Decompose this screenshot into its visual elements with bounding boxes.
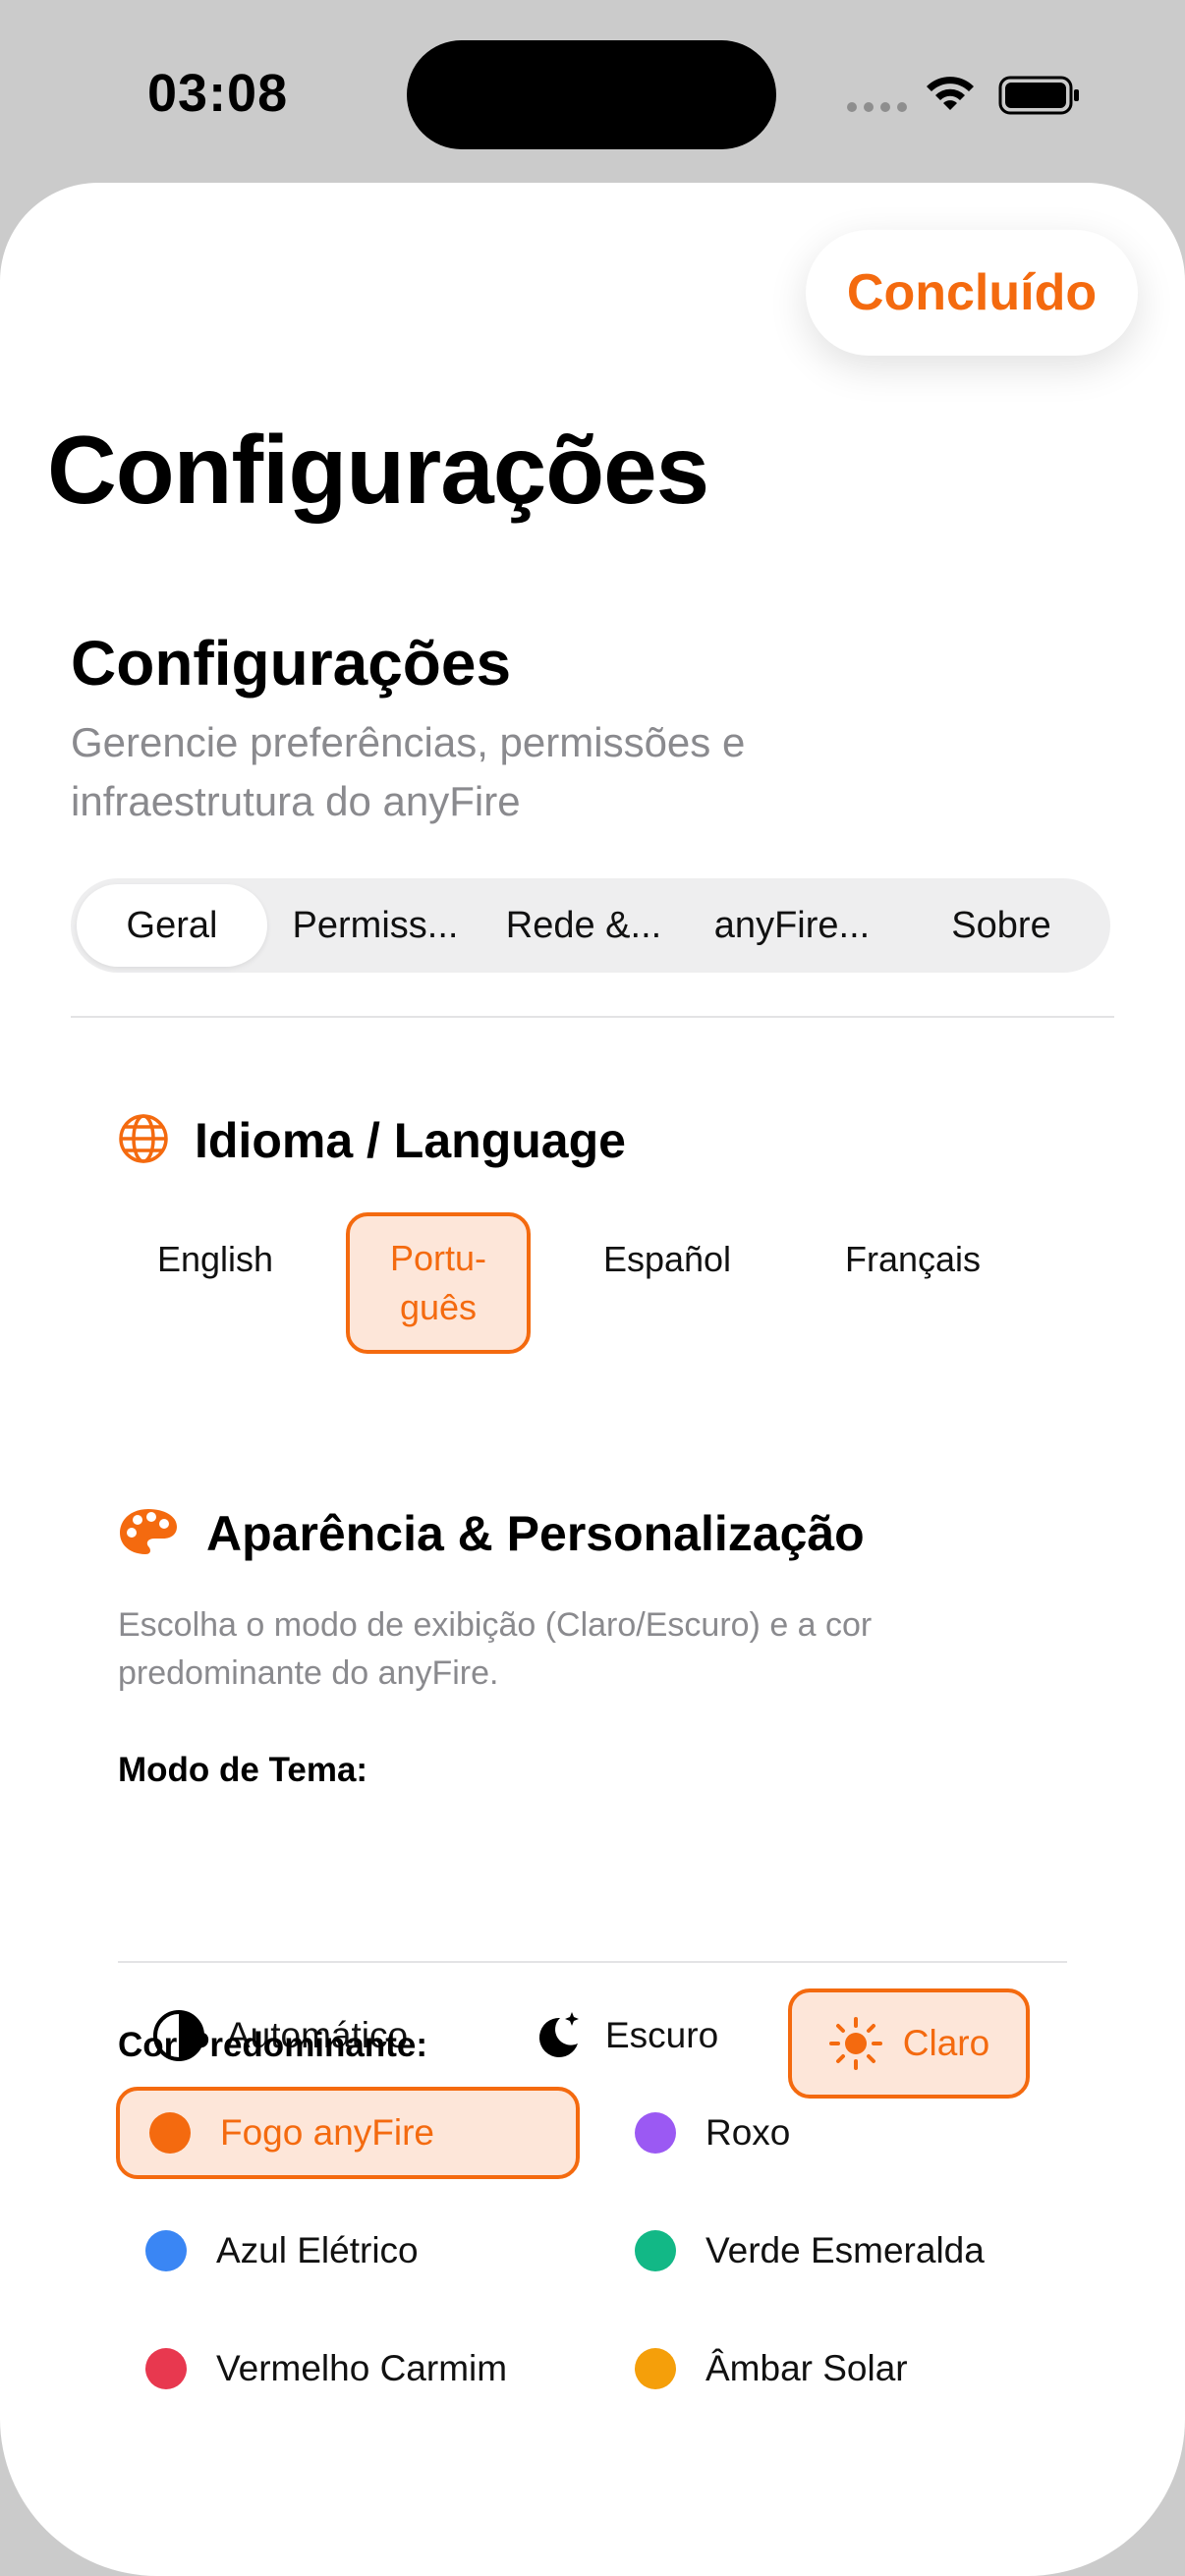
divider bbox=[118, 1961, 1067, 1963]
color-swatch bbox=[149, 2112, 191, 2154]
tab-network[interactable]: Rede &... bbox=[483, 884, 684, 967]
language-option-portuguese[interactable]: Portu- guês bbox=[346, 1212, 531, 1354]
appearance-title: Aparência & Personalização bbox=[206, 1506, 865, 1561]
color-option-roxo[interactable]: Roxo bbox=[605, 2087, 1057, 2179]
status-time: 03:08 bbox=[147, 64, 289, 123]
settings-sheet: Concluído Configurações Configurações Ge… bbox=[0, 183, 1185, 2576]
language-title: Idioma / Language bbox=[195, 1113, 626, 1168]
cellular-signal-icon bbox=[847, 102, 907, 112]
theme-option-dark[interactable]: Escuro bbox=[531, 1987, 718, 2085]
divider bbox=[71, 1016, 1114, 1018]
page-title: Configurações bbox=[47, 416, 709, 524]
color-option-fogo-anyfire[interactable]: Fogo anyFire bbox=[116, 2087, 580, 2179]
tab-about[interactable]: Sobre bbox=[900, 884, 1102, 967]
color-label-text: Fogo anyFire bbox=[220, 2112, 434, 2153]
done-button[interactable]: Concluído bbox=[806, 230, 1138, 356]
language-option-french[interactable]: Français bbox=[816, 1218, 1010, 1301]
settings-tabs: Geral Permiss... Rede &... anyFire... So… bbox=[71, 878, 1110, 973]
theme-label: Claro bbox=[902, 2023, 990, 2063]
sun-icon bbox=[828, 2016, 883, 2071]
color-label-text: Vermelho Carmim bbox=[216, 2348, 508, 2388]
color-label-text: Roxo bbox=[705, 2112, 791, 2153]
theme-label: Escuro bbox=[605, 2015, 719, 2055]
language-option-spanish[interactable]: Español bbox=[580, 1218, 755, 1301]
section-subtitle: Gerencie preferências, permissões e infr… bbox=[71, 719, 746, 824]
palette-icon bbox=[118, 1507, 179, 1561]
globe-icon bbox=[118, 1113, 169, 1169]
theme-mode-label: Modo de Tema: bbox=[118, 1751, 368, 1789]
appearance-description: Escolha o modo de exibição (Claro/Escuro… bbox=[118, 1606, 873, 1692]
tab-general[interactable]: Geral bbox=[77, 884, 267, 967]
color-option-verde-esmeralda[interactable]: Verde Esmeralda bbox=[605, 2205, 1057, 2297]
appearance-header: Aparência & Personalização bbox=[118, 1505, 865, 1562]
color-option-vermelho-carmim[interactable]: Vermelho Carmim bbox=[116, 2323, 580, 2415]
color-swatch bbox=[635, 2112, 676, 2154]
language-header: Idioma / Language bbox=[118, 1112, 626, 1169]
section-title: Configurações bbox=[71, 628, 512, 699]
color-option-ambar-solar[interactable]: Âmbar Solar bbox=[605, 2323, 1057, 2415]
color-swatch bbox=[635, 2348, 676, 2389]
language-option-english[interactable]: English bbox=[128, 1218, 303, 1301]
color-swatch bbox=[635, 2230, 676, 2271]
battery-icon bbox=[998, 75, 1081, 121]
color-option-azul-eletrico[interactable]: Azul Elétrico bbox=[116, 2205, 580, 2297]
wifi-icon bbox=[924, 73, 977, 119]
color-swatch bbox=[145, 2230, 187, 2271]
color-label: Cor Predominante: bbox=[118, 2026, 428, 2064]
dynamic-island bbox=[407, 40, 776, 149]
theme-option-light[interactable]: Claro bbox=[788, 1988, 1030, 2099]
color-label-text: Verde Esmeralda bbox=[705, 2230, 985, 2270]
color-swatch bbox=[145, 2348, 187, 2389]
color-label-text: Azul Elétrico bbox=[216, 2230, 419, 2270]
color-label-text: Âmbar Solar bbox=[705, 2348, 908, 2388]
tab-permissions[interactable]: Permiss... bbox=[267, 884, 483, 967]
tab-anyfire[interactable]: anyFire... bbox=[684, 884, 900, 967]
moon-stars-icon bbox=[531, 2008, 586, 2063]
